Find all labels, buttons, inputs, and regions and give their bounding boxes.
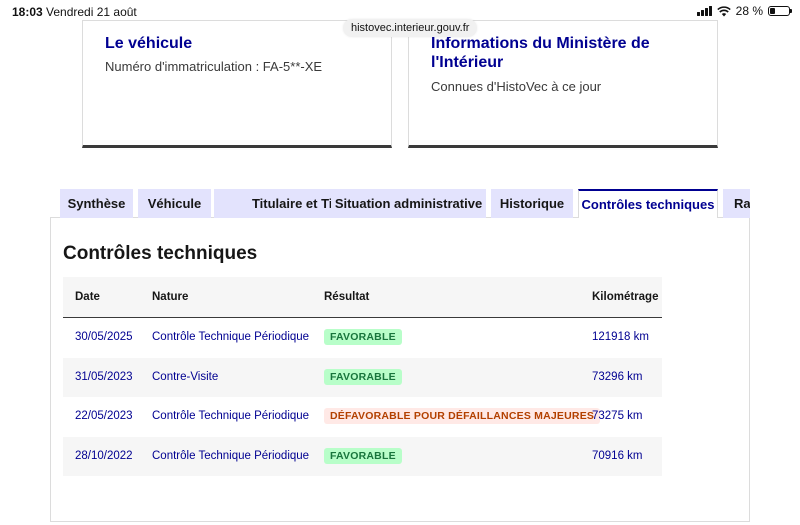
column-date[interactable]: Date xyxy=(75,291,100,303)
tab-synthese[interactable]: Synthèse xyxy=(60,189,133,218)
ministry-card[interactable]: Informations du Ministère de l'Intérieur… xyxy=(408,20,718,148)
tab-historique[interactable]: Historique xyxy=(491,189,573,218)
table-row: 30/05/2025 Contrôle Technique Périodique… xyxy=(63,318,662,358)
row-result: FAVORABLE xyxy=(324,368,402,385)
column-km[interactable]: Kilométrage xyxy=(592,291,658,303)
tab-rapport[interactable]: Rapport xyxy=(723,189,750,218)
column-result[interactable]: Résultat xyxy=(324,291,369,303)
table-row: 28/10/2022 Contrôle Technique Périodique… xyxy=(63,436,662,476)
url-bar[interactable]: histovec.interieur.gouv.fr xyxy=(343,19,478,37)
row-date: 28/10/2022 xyxy=(75,449,133,462)
wifi-icon xyxy=(716,5,731,16)
row-nature: Contrôle Technique Périodique xyxy=(152,331,310,343)
column-nature[interactable]: Nature xyxy=(152,291,188,303)
row-result: FAVORABLE xyxy=(324,447,402,464)
tab-situation[interactable]: Situation administrative xyxy=(331,189,486,218)
table-header: Date Nature Résultat Kilométrage xyxy=(63,277,662,318)
controls-table: Date Nature Résultat Kilométrage 30/05/2… xyxy=(63,277,662,476)
table-row: 31/05/2023 Contre-Visite FAVORABLE 73296… xyxy=(63,357,662,397)
ministry-card-desc: Connues d'HistoVec à ce jour xyxy=(431,79,602,94)
row-date: 30/05/2025 xyxy=(75,331,133,343)
status-indicators: 28 % xyxy=(696,4,792,18)
row-km: 121918 km xyxy=(592,331,649,343)
battery-percent: 28 % xyxy=(735,4,763,18)
status-date: Vendredi 21 août xyxy=(46,5,137,19)
tab-list: Synthèse Véhicule Titulaire et Titre Sit… xyxy=(60,189,750,218)
row-km: 70916 km xyxy=(592,449,643,462)
status-badge: FAVORABLE xyxy=(324,368,402,385)
row-km: 73296 km xyxy=(592,370,643,383)
vehicle-card-plate: Numéro d'immatriculation : FA-5**-XE xyxy=(105,59,323,74)
vehicle-card-title: Le véhicule xyxy=(105,35,193,52)
row-nature: Contre-Visite xyxy=(152,370,219,383)
status-badge: FAVORABLE xyxy=(324,447,402,464)
row-nature: Contrôle Technique Périodique xyxy=(152,449,310,462)
vehicle-card[interactable]: Le véhicule Numéro d'immatriculation : F… xyxy=(82,20,392,148)
row-km: 73275 km xyxy=(592,410,643,422)
status-badge: FAVORABLE xyxy=(324,329,402,345)
table-row: 22/05/2023 Contrôle Technique Périodique… xyxy=(63,397,662,437)
cellular-signal-icon xyxy=(696,6,712,16)
tab-controles-techniques[interactable]: Contrôles techniques xyxy=(578,189,718,218)
row-nature: Contrôle Technique Périodique xyxy=(152,410,310,422)
row-result: FAVORABLE xyxy=(324,329,402,345)
row-date: 31/05/2023 xyxy=(75,370,133,383)
status-time: 18:03 xyxy=(12,5,43,19)
battery-icon xyxy=(768,6,792,16)
status-badge: DÉFAVORABLE POUR DÉFAILLANCES MAJEURES xyxy=(324,408,601,424)
panel-title: Contrôles techniques xyxy=(63,243,258,264)
ministry-card-title-line2: l'Intérieur xyxy=(431,54,504,71)
row-date: 22/05/2023 xyxy=(75,410,133,422)
tab-vehicule[interactable]: Véhicule xyxy=(138,189,211,218)
row-result: DÉFAVORABLE POUR DÉFAILLANCES MAJEURES xyxy=(324,408,601,424)
